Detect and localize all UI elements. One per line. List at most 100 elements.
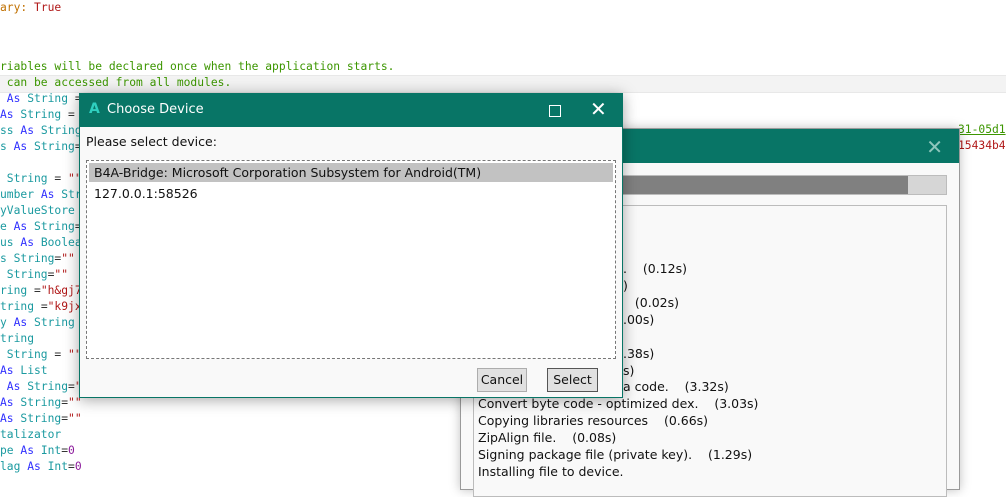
code-fragment-red: 15434b45 (958, 139, 1006, 152)
code-token: String (13, 252, 55, 265)
code-token: String (34, 220, 75, 233)
code-token: = (34, 284, 41, 297)
code-token: = (68, 460, 75, 473)
select-button[interactable]: Select (547, 368, 598, 392)
code-token: talizator (0, 428, 62, 441)
code-line: umber As Str (0, 187, 82, 203)
code-token: Boolea (40, 236, 82, 249)
code-line: can be accessed from all modules. (0, 75, 231, 91)
code-line: As String="" (0, 411, 82, 427)
code-line: String = "" (0, 171, 82, 187)
code-token: = (47, 348, 69, 361)
code-line: As List (0, 363, 48, 379)
code-line: us As Boolea (0, 235, 82, 251)
code-token: As (13, 140, 35, 153)
code-line: s As String= (0, 139, 82, 155)
choose-device-dialog: A Choose Device ✕ Please select device: … (79, 93, 623, 398)
code-token: yValueStore (0, 204, 75, 217)
code-token: String (20, 108, 62, 121)
device-item-localhost[interactable]: 127.0.0.1:58526 (89, 184, 613, 203)
code-token: = (61, 444, 69, 457)
code-line: lag As Int=0 (0, 459, 82, 475)
code-token: "" (54, 268, 69, 281)
log-line: (0.02s) (623, 295, 680, 310)
code-token: umber (0, 188, 41, 201)
code-token: True (34, 1, 62, 14)
device-item-b4a-bridge[interactable]: B4A-Bridge: Microsoft Corporation Subsys… (89, 163, 613, 182)
code-token: pe (0, 444, 21, 457)
code-line: y As String (0, 315, 75, 331)
code-token: y (0, 316, 14, 329)
code-token: String (40, 124, 82, 137)
log-line: .00s) (623, 312, 655, 327)
code-token: = (61, 412, 69, 425)
code-token: As (20, 444, 41, 457)
code-token: As (0, 380, 28, 393)
code-line: String = "" (0, 347, 82, 363)
code-line: riables will be declared once when the a… (0, 59, 394, 75)
code-token: As (20, 124, 41, 137)
code-token: can be accessed from all modules. (0, 76, 232, 89)
close-icon[interactable]: ✕ (590, 97, 607, 121)
code-token: s (0, 140, 14, 153)
code-token: us (0, 236, 21, 249)
code-token: 0 (68, 444, 75, 457)
log-line: Installing file to device. (478, 464, 624, 479)
dialog-title: Choose Device (107, 102, 204, 117)
code-token: "" (68, 412, 82, 425)
code-token: String (27, 92, 69, 105)
code-token: As (0, 108, 21, 121)
cancel-button[interactable]: Cancel (477, 368, 527, 392)
log-line: ) (623, 278, 628, 293)
code-token: List (20, 364, 48, 377)
code-token: String (27, 380, 69, 393)
log-line: . (0.12s) (623, 261, 687, 276)
code-token: String (20, 396, 62, 409)
code-token: As (13, 316, 35, 329)
code-token: tring (0, 332, 35, 345)
code-line: talizator (0, 427, 61, 443)
code-token: e (0, 220, 14, 233)
app-logo-icon: A (89, 101, 100, 117)
log-line: a code. (3.32s) (623, 379, 729, 394)
code-token: As (13, 220, 35, 233)
code-token: As (20, 236, 41, 249)
code-token: = (61, 108, 75, 121)
code-line: ss As String (0, 123, 82, 139)
code-line: tring ="k9jx (0, 299, 82, 315)
code-token: As (0, 396, 21, 409)
code-token: As (0, 364, 21, 377)
code-token: As (27, 460, 48, 473)
code-line: As String = (0, 107, 75, 123)
code-token: "" (61, 252, 75, 265)
code-token: As (40, 188, 62, 201)
code-token: s (0, 252, 14, 265)
code-token: As (0, 92, 28, 105)
code-line: As String=" (0, 379, 82, 395)
code-line: tring (0, 331, 34, 347)
log-line: s) (623, 363, 635, 378)
code-line: As String="" (0, 395, 82, 411)
code-line: ary: True (0, 0, 61, 16)
code-token: ss (0, 124, 21, 137)
code-token: lag (0, 460, 28, 473)
code-token: "k9jx (47, 300, 82, 313)
code-token: ring (0, 284, 35, 297)
code-token: riables will be declared once when the a… (0, 60, 395, 73)
log-line: ZipAlign file. (0.08s) (478, 430, 617, 445)
close-icon[interactable]: ✕ (926, 135, 943, 159)
code-token: 0 (74, 460, 82, 473)
log-line: Copying libraries resources (0.66s) (478, 413, 709, 428)
code-line: e As String= (0, 219, 82, 235)
code-line: String="" (0, 267, 68, 283)
code-line: s String="" (0, 251, 75, 267)
code-line: ring ="h&gj7 (0, 283, 82, 299)
code-token: = (68, 380, 75, 393)
code-line: As String = (0, 91, 82, 107)
code-token: tring (0, 300, 41, 313)
maximize-icon[interactable] (549, 105, 561, 117)
log-line: Signing package file (private key). (1.2… (478, 447, 753, 462)
dialog-title-bar[interactable]: A Choose Device ✕ (80, 94, 622, 127)
code-token: String (0, 268, 48, 281)
device-list[interactable]: B4A-Bridge: Microsoft Corporation Subsys… (86, 160, 616, 359)
